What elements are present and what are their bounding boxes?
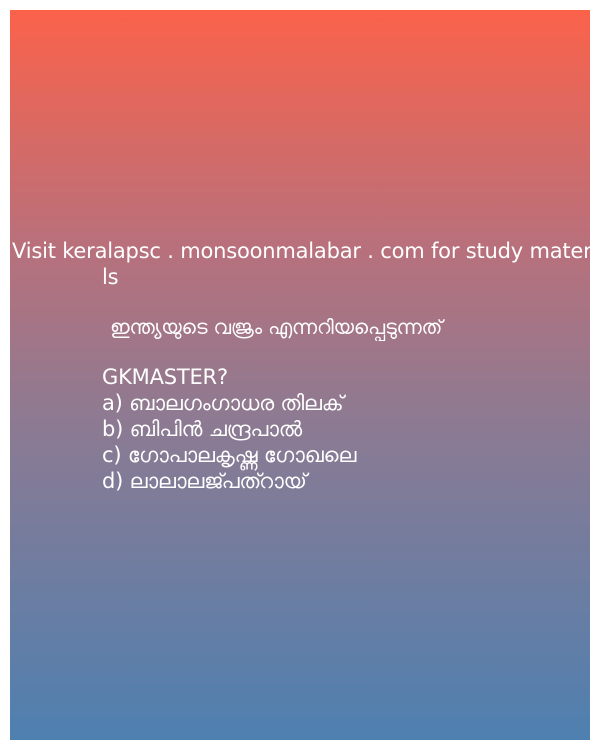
promo-text: Visit keralapsc . monsoonmalabar . com f… bbox=[10, 238, 590, 290]
option-d: d) ലാലാലജ്പത്റായ് bbox=[102, 469, 307, 493]
promo-text-line-1: Visit keralapsc . monsoonmalabar . com f… bbox=[12, 239, 590, 263]
question-text: ഇന്ത്യയുടെ വജ്രം എന്നറിയപ്പെടുന്നത് bbox=[110, 315, 443, 339]
brand-label: GKMASTER? bbox=[102, 365, 228, 389]
option-a: a) ബാലഗംഗാധര തിലക് bbox=[102, 391, 344, 415]
quiz-card: Visit keralapsc . monsoonmalabar . com f… bbox=[10, 10, 590, 740]
quiz-content: Visit keralapsc . monsoonmalabar . com f… bbox=[10, 238, 590, 494]
option-c: c) ഗോപാലകൃഷ്ണ ഗോഖലെ bbox=[102, 443, 357, 467]
answer-options: a) ബാലഗംഗാധര തിലക് b) ബിപിൻ ചന്ദ്രപാൽ c)… bbox=[10, 390, 590, 494]
promo-text-line-2: ls bbox=[102, 265, 119, 289]
option-b: b) ബിപിൻ ചന്ദ്രപാൽ bbox=[102, 417, 302, 441]
